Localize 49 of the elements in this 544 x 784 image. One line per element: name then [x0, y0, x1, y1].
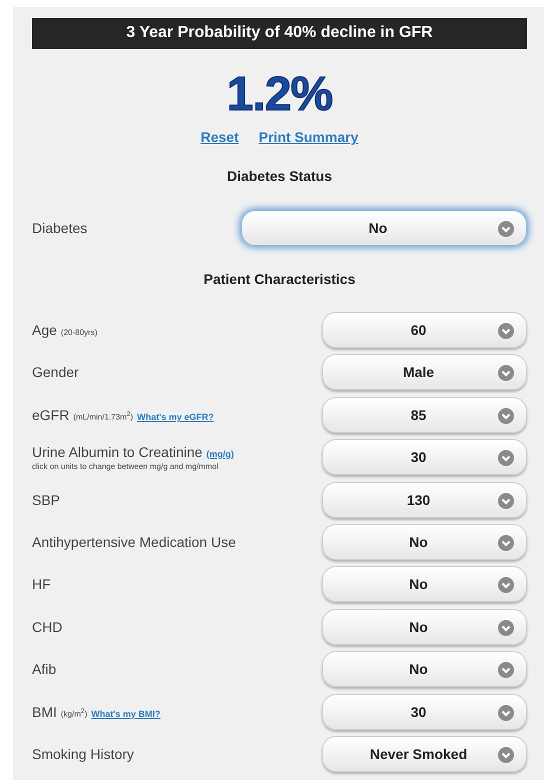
hint-text: click on units to change between mg/g and mg/mmol	[32, 462, 220, 471]
chevron-down-icon	[498, 492, 514, 509]
select-dropdown[interactable]: 130	[322, 482, 527, 518]
select-dropdown[interactable]: No	[322, 524, 527, 560]
field-label: CHD	[32, 618, 62, 635]
select-dropdown[interactable]: No	[322, 651, 527, 688]
select-dropdown[interactable]: No	[322, 608, 527, 645]
select-dropdown[interactable]: 60	[322, 312, 527, 348]
unit-link[interactable]: (mg/g)	[206, 448, 234, 459]
select-dropdown[interactable]: No	[241, 210, 527, 246]
select-dropdown[interactable]: No	[322, 566, 527, 602]
chevron-down-icon	[498, 577, 514, 594]
chevron-down-icon	[498, 408, 514, 424]
help-link[interactable]: What's my BMI?	[91, 708, 160, 719]
field-label: Afib	[32, 661, 56, 678]
help-link[interactable]: What's my eGFR?	[137, 412, 214, 422]
unit-label: (20-80yrs)	[60, 328, 98, 337]
chevron-down-icon	[498, 221, 514, 237]
field-label: eGFR	[32, 406, 70, 423]
select-dropdown[interactable]: 30	[322, 694, 527, 730]
field-label: Antihypertensive Medication Use	[32, 534, 236, 550]
chevron-down-icon	[498, 323, 514, 339]
chevron-down-icon	[498, 534, 514, 551]
section-heading: Diabetes Status	[226, 168, 334, 184]
action-link[interactable]: Print Summary	[258, 129, 358, 145]
probability-result: 1.2%	[226, 69, 334, 121]
select-dropdown[interactable]: Never Smoked	[322, 736, 527, 772]
select-dropdown[interactable]: 85	[322, 396, 527, 433]
chevron-down-icon	[498, 450, 514, 466]
chevron-down-icon	[498, 662, 514, 678]
chevron-down-icon	[498, 746, 514, 763]
field-label: BMI	[32, 704, 57, 720]
field-label: Gender	[32, 364, 79, 380]
field-label: Urine Albumin to Creatinine	[32, 444, 202, 460]
section-heading: Patient Characteristics	[202, 271, 356, 287]
chevron-down-icon	[498, 365, 514, 382]
select-dropdown[interactable]: Male	[322, 354, 527, 390]
unit-label: (mL/min/1.73m$^{2}$)	[73, 411, 134, 422]
unit-label: (kg/m$^{2}$)	[60, 708, 88, 719]
action-link[interactable]: Reset	[200, 129, 239, 145]
field-label: Smoking History	[32, 746, 134, 762]
field-label: Diabetes	[32, 220, 88, 236]
field-label: Age	[32, 322, 57, 338]
chevron-down-icon	[498, 620, 514, 636]
chevron-down-icon	[498, 704, 514, 721]
select-dropdown[interactable]: 30	[322, 439, 527, 476]
field-label: HF	[32, 576, 51, 592]
field-label: SBP	[32, 492, 60, 508]
banner-title: 3 Year Probability of 40% decline in GFR	[32, 18, 527, 49]
